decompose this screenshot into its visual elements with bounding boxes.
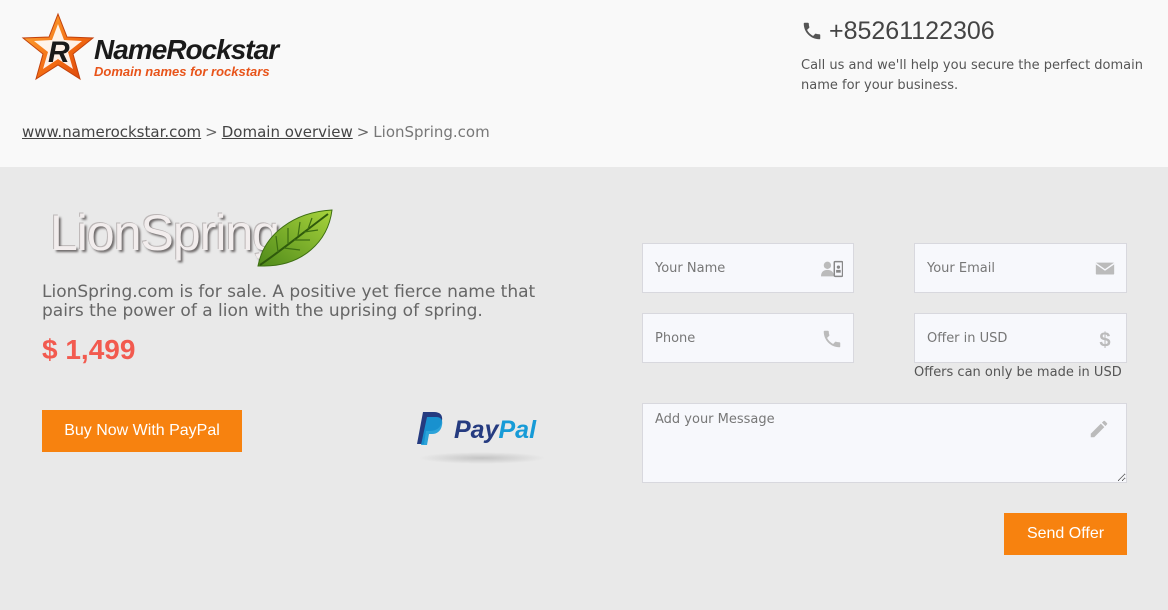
contact-text: Call us and we'll help you secure the pe… xyxy=(801,58,1143,93)
domain-description: LionSpring.com is for sale. A positive y… xyxy=(42,282,536,321)
paypal-p-icon xyxy=(417,412,443,445)
star-logo-icon: R xyxy=(21,12,95,81)
paypal-pal-text: Pal xyxy=(498,416,537,444)
send-offer-button[interactable]: Send Offer xyxy=(1004,513,1127,555)
breadcrumb-current: LionSpring.com xyxy=(373,123,490,141)
contact-phone-number[interactable]: +85261122306 xyxy=(829,17,995,46)
domain-price: $ 1,499 xyxy=(42,334,136,365)
domain-logo: LionSpring xyxy=(50,204,340,270)
offer-input[interactable] xyxy=(915,314,1126,362)
domain-logo-text: LionSpring xyxy=(50,205,280,261)
paypal-pay-text: Pay xyxy=(454,416,499,444)
paypal-logo-shadow xyxy=(418,452,546,464)
email-field xyxy=(914,243,1127,293)
phone-input[interactable] xyxy=(643,314,853,362)
phone-icon xyxy=(803,22,821,40)
contact-phone-row: +85261122306 xyxy=(801,16,1161,46)
message-field xyxy=(642,403,1127,483)
leaf-icon xyxy=(257,209,333,267)
breadcrumb-home-link[interactable]: www.namerockstar.com xyxy=(22,123,201,141)
breadcrumb-separator: > xyxy=(205,123,218,141)
breadcrumb: www.namerockstar.com > Domain overview > Lio… xyxy=(22,123,490,141)
contact-block: +85261122306 Call us and we'll help you … xyxy=(801,16,1161,96)
paypal-logo: PayPal xyxy=(414,408,550,470)
site-header: R NameRockstar Domain names for rockstar… xyxy=(0,0,1168,167)
logo-tagline: Domain names for rockstars xyxy=(94,64,270,79)
phone-field xyxy=(642,313,854,363)
offer-field: $ xyxy=(914,313,1127,363)
breadcrumb-separator: > xyxy=(356,123,370,141)
name-field xyxy=(642,243,854,293)
site-logo[interactable]: R NameRockstar Domain names for rockstar… xyxy=(20,12,330,82)
buy-now-paypal-button[interactable]: Buy Now With PayPal xyxy=(42,410,242,452)
name-input[interactable] xyxy=(643,244,853,292)
message-textarea[interactable] xyxy=(643,404,1126,482)
email-input[interactable] xyxy=(915,244,1126,292)
breadcrumb-domain-overview-link[interactable]: Domain overview xyxy=(222,123,353,141)
offer-currency-note: Offers can only be made in USD xyxy=(914,365,1122,380)
svg-text:R: R xyxy=(48,36,70,69)
logo-name: NameRockstar xyxy=(94,34,279,65)
paypal-wordmark: PayPal xyxy=(454,416,536,445)
